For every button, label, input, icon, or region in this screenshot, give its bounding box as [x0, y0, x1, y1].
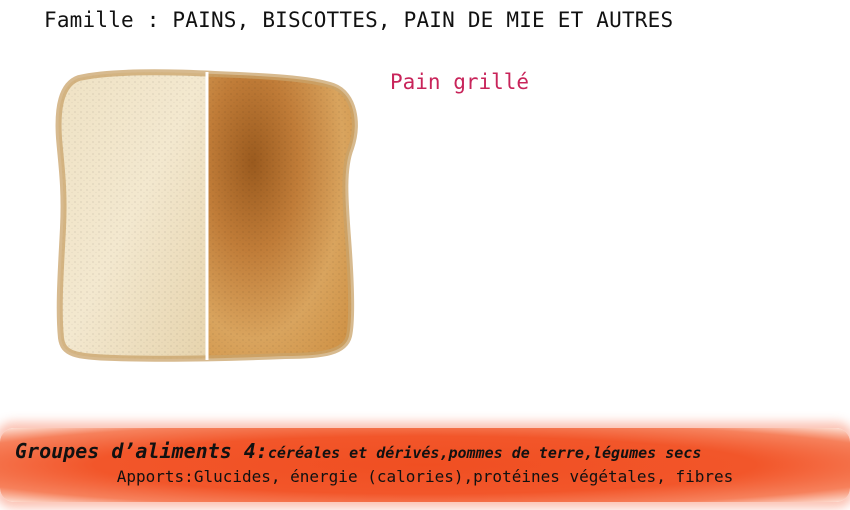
bread-slice-image	[55, 69, 358, 362]
food-group-items: céréales et dérivés,pommes de terre,légu…	[267, 444, 702, 462]
family-title: Famille : PAINS, BISCOTTES, PAIN DE MIE …	[44, 8, 674, 32]
nutrient-intake-line: Apports:Glucides, énergie (calories),pro…	[116, 467, 734, 486]
food-group-name: Groupes d’aliments 4:	[15, 439, 268, 463]
food-group-line: Groupes d’aliments 4:céréales et dérivés…	[15, 439, 701, 463]
product-name: Pain grillé	[390, 70, 530, 94]
